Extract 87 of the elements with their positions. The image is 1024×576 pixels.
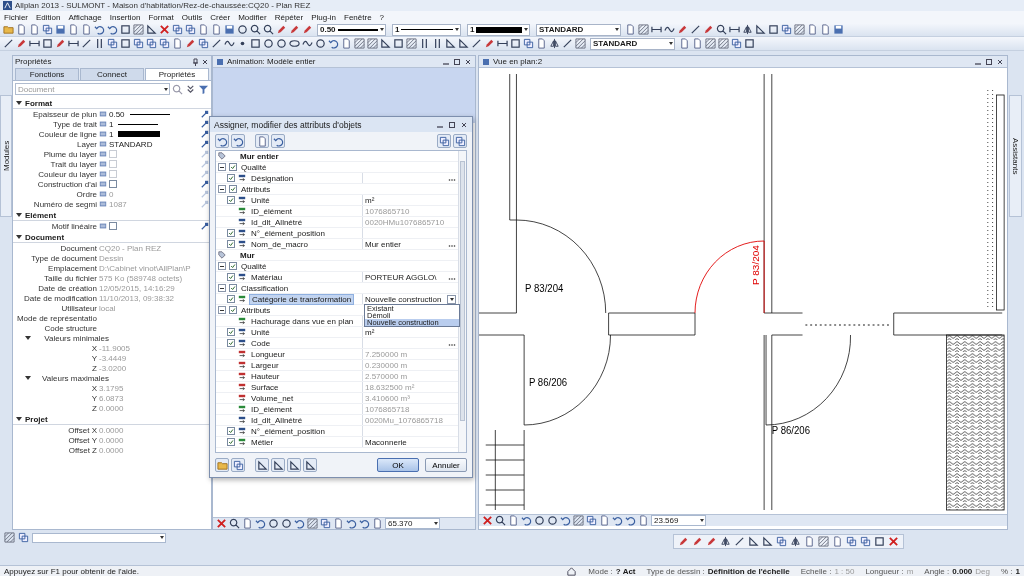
status-value: ? Act <box>615 566 636 576</box>
property-value: 0.50 <box>109 109 125 119</box>
section-title: Format <box>25 98 53 108</box>
property-label: Offset X <box>67 425 97 435</box>
section-title: Elément <box>25 210 57 220</box>
door-label: P 86/206 <box>771 424 811 437</box>
section-title: Projet <box>25 414 48 424</box>
dialog-title: Assigner, modifier des attributs d'objets <box>214 119 362 130</box>
object-label: Mur <box>240 250 255 260</box>
property-label: Taille du fichier <box>43 273 97 283</box>
property-label: Z <box>91 363 97 373</box>
status-label: Angle : <box>924 566 950 576</box>
property-label: Construction d'ai <box>36 179 97 189</box>
property-label: Type de trait <box>51 119 97 129</box>
group-label: Valeurs maximales <box>41 373 109 383</box>
status-unit: Deg <box>975 566 990 576</box>
group-label: Classification <box>241 283 289 293</box>
status-value: Définition de l'échelle <box>707 566 790 576</box>
property-value: 0 <box>109 189 114 199</box>
group-label: Attributs <box>241 305 271 315</box>
status-label: Type de dessin : <box>646 566 705 576</box>
property-value: 575 Ko (589748 octets) <box>99 273 183 283</box>
property-value: local <box>99 303 116 313</box>
door-label: P 83/204 <box>750 245 762 285</box>
property-label: Utilisateur <box>60 303 97 313</box>
property-value: CQ20 - Plan REZ <box>99 243 162 253</box>
property-value: Dessin <box>99 253 124 263</box>
door-label: P 86/206 <box>528 376 568 389</box>
property-label: Z <box>91 403 97 413</box>
window-title: Animation: Modèle entier <box>227 57 316 66</box>
status-value: 1 <box>1015 566 1020 576</box>
property-value: 3.1795 <box>99 383 124 393</box>
section-title: Document <box>25 232 65 242</box>
status-text: Appuyez sur F1 pour obtenir de l'aide. <box>4 566 139 576</box>
group-label: Valeurs minimales <box>43 333 109 343</box>
property-value: -3.0200 <box>99 363 127 373</box>
status-value: 0.000 <box>952 566 973 576</box>
door-label: P 83/204 <box>525 282 564 295</box>
group-label: Attributs <box>241 184 271 194</box>
status-value: m <box>906 566 914 576</box>
property-label: Y <box>90 393 97 403</box>
property-label: Epaisseur de plun <box>31 109 97 119</box>
property-value: 0.0000 <box>99 403 124 413</box>
property-label: Layer <box>76 139 97 149</box>
property-label: Offset Z <box>67 445 97 455</box>
property-label: Mode de représentatio <box>15 313 97 323</box>
property-value: 1087 <box>109 199 127 209</box>
property-label: X <box>90 343 97 353</box>
property-label: X <box>90 383 97 393</box>
property-value: 0.0000 <box>99 435 124 445</box>
property-value: -11.9005 <box>99 343 130 353</box>
property-label: Type de document <box>30 253 97 263</box>
property-label: Date de création <box>37 283 97 293</box>
property-value: 11/10/2013, 09:38:32 <box>99 293 175 303</box>
status-value: 1 : 50 <box>834 566 855 576</box>
property-label: Motif linéaire <box>50 221 97 231</box>
property-label: Couleur du layer <box>37 169 97 179</box>
property-value: 1 <box>109 129 114 139</box>
property-label: Trait du layer <box>49 159 97 169</box>
property-value: D:\Cabinet vinot\AllPlan\P <box>99 263 191 273</box>
status-label: % : <box>1001 566 1013 576</box>
property-value: STANDARD <box>109 139 153 149</box>
property-value: 6.0873 <box>99 393 124 403</box>
property-label: Ordre <box>75 189 97 199</box>
property-value: 0.0000 <box>99 425 124 435</box>
object-label: Mur entier <box>240 151 279 161</box>
property-label: Couleur de ligne <box>37 129 97 139</box>
property-value: 12/05/2015, 14:16:29 <box>99 283 175 293</box>
property-label: Numéro de segmi <box>32 199 97 209</box>
property-label: Plume du layer <box>42 149 97 159</box>
group-label: Qualité <box>241 261 267 271</box>
status-label: Mode : <box>588 566 613 576</box>
window-title: Allplan 2013 - SULMONT - Maison d'habitation/Rez-de-chaussée:CQ20 - Plan REZ <box>15 1 311 10</box>
property-value: -3.4449 <box>99 353 127 363</box>
status-label: Longueur : <box>865 566 904 576</box>
property-label: Emplacement <box>47 263 97 273</box>
property-label: Y <box>90 353 97 363</box>
group-label: Qualité <box>241 162 267 172</box>
property-label: Date de modification <box>23 293 97 303</box>
panel-title: Propriétés <box>15 57 53 66</box>
property-label: Document <box>59 243 97 253</box>
property-label: Code structure <box>43 323 97 333</box>
property-value: 1 <box>109 119 114 129</box>
property-label: Offset Y <box>67 435 97 445</box>
property-value: 0.0000 <box>99 445 124 455</box>
status-label: Echelle : <box>800 566 832 576</box>
window-title: Vue en plan:2 <box>493 57 543 66</box>
